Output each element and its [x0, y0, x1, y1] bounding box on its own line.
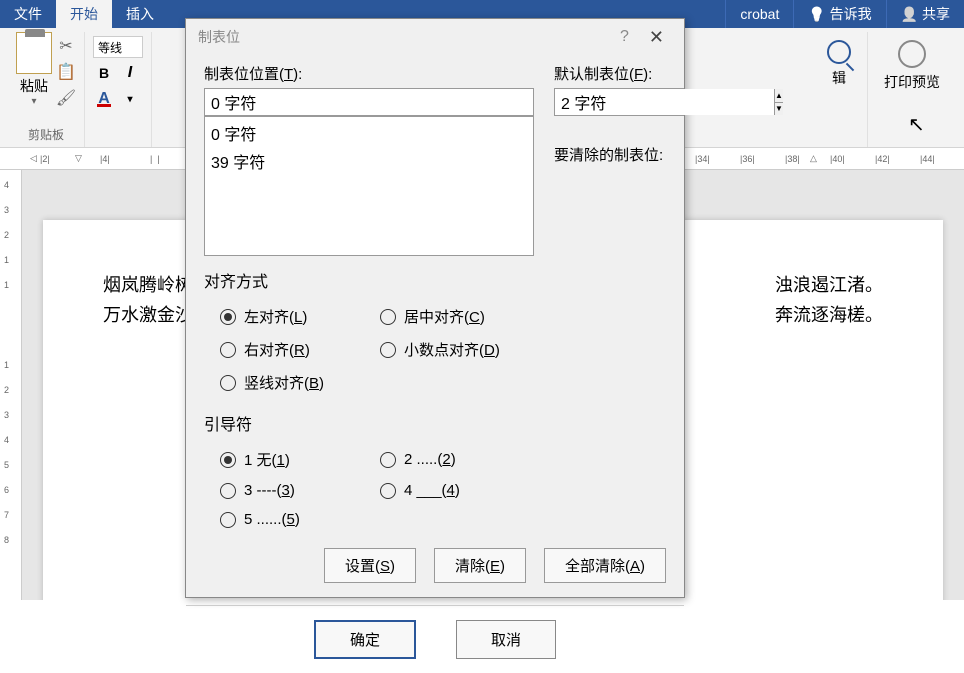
- radio-align-left[interactable]: 左对齐(L): [204, 300, 364, 333]
- tab-position-list[interactable]: 0 字符 39 字符: [204, 116, 534, 256]
- alignment-section-label: 对齐方式: [204, 268, 666, 292]
- radio-leader-1[interactable]: 1 无(1): [204, 443, 364, 476]
- ok-button[interactable]: 确定: [314, 620, 416, 659]
- tabs-dialog: 制表位 ? ✕ 制表位位置(T): 0 字符 39 字符 默认制表位(F): ▲: [185, 18, 685, 598]
- radio-leader-3[interactable]: 3 ----(3): [204, 476, 364, 505]
- spin-down-button[interactable]: ▼: [775, 103, 783, 116]
- default-tab-label: 默认制表位(F):: [554, 63, 684, 84]
- group-preview: 打印预览: [868, 32, 956, 147]
- cut-icon[interactable]: ✂: [56, 36, 76, 56]
- dialog-close-button[interactable]: ✕: [641, 27, 672, 48]
- tab-file[interactable]: 文件: [0, 0, 56, 28]
- circle-icon: [898, 40, 926, 68]
- doc-text: 烟岚腾岭树,: [103, 270, 198, 300]
- paste-icon: [16, 32, 52, 74]
- print-preview-button[interactable]: 打印预览: [876, 32, 948, 100]
- tab-share[interactable]: 共享: [886, 0, 964, 28]
- radio-align-decimal[interactable]: 小数点对齐(D): [364, 333, 524, 366]
- ruler-vertical[interactable]: 4 3 2 1 1 1 2 3 4 5 6 7 8: [0, 170, 22, 600]
- font-name-select[interactable]: [93, 36, 143, 58]
- spin-up-button[interactable]: ▲: [775, 89, 783, 103]
- to-clear-label: 要清除的制表位:: [554, 144, 684, 165]
- list-item[interactable]: 0 字符: [207, 119, 531, 147]
- doc-text: 奔流逐海槎。: [775, 300, 883, 330]
- radio-leader-4[interactable]: 4 ___(4): [364, 476, 524, 505]
- tab-tellme[interactable]: 告诉我: [793, 0, 885, 28]
- tab-position-label: 制表位位置(T):: [204, 63, 534, 84]
- set-button[interactable]: 设置(S): [324, 548, 416, 583]
- tab-home[interactable]: 开始: [56, 0, 112, 28]
- clear-all-button[interactable]: 全部清除(A): [544, 548, 666, 583]
- bulb-icon: [808, 6, 825, 23]
- doc-text: 万水激金沙,: [103, 300, 198, 330]
- radio-align-right[interactable]: 右对齐(R): [204, 333, 364, 366]
- leader-section-label: 引导符: [204, 411, 666, 435]
- radio-align-bar[interactable]: 竖线对齐(B): [204, 366, 364, 399]
- copy-icon[interactable]: 📋: [56, 62, 76, 82]
- tab-acrobat[interactable]: crobat: [725, 0, 793, 28]
- tab-insert[interactable]: 插入: [112, 0, 168, 28]
- clear-button[interactable]: 清除(E): [434, 548, 526, 583]
- person-icon: [901, 6, 918, 23]
- default-tab-spinner[interactable]: ▲ ▼: [554, 88, 684, 116]
- find-button[interactable]: 辑: [819, 32, 859, 96]
- group-font: B I A ▾: [85, 32, 152, 147]
- font-color-button[interactable]: A: [93, 88, 115, 110]
- radio-leader-2[interactable]: 2 .....(2): [364, 443, 524, 476]
- format-painter-icon[interactable]: 🖌: [56, 88, 76, 108]
- doc-text: 浊浪遏江渚。: [775, 270, 883, 300]
- default-tab-input[interactable]: [555, 89, 774, 115]
- italic-button[interactable]: I: [119, 62, 141, 84]
- dialog-title: 制表位: [198, 27, 240, 47]
- bold-button[interactable]: B: [93, 62, 115, 84]
- leader-group: 1 无(1) 2 .....(2) 3 ----(3) 4 ___(4) 5 .…: [204, 443, 666, 534]
- group-clipboard: 粘贴 ▾ ✂ 📋 🖌 剪贴板: [8, 32, 85, 147]
- alignment-group: 左对齐(L) 居中对齐(C) 右对齐(R) 小数点对齐(D) 竖线对齐(B): [204, 300, 666, 399]
- search-icon: [827, 40, 851, 64]
- font-dropdown[interactable]: ▾: [119, 88, 141, 110]
- paste-button[interactable]: 粘贴 ▾: [16, 32, 52, 107]
- group-clipboard-label: 剪贴板: [28, 124, 64, 147]
- tab-position-input[interactable]: [204, 88, 534, 116]
- dialog-help-button[interactable]: ?: [608, 28, 641, 46]
- radio-align-center[interactable]: 居中对齐(C): [364, 300, 524, 333]
- cancel-button[interactable]: 取消: [456, 620, 556, 659]
- radio-leader-5[interactable]: 5 ......(5): [204, 505, 364, 534]
- list-item[interactable]: 39 字符: [207, 147, 531, 175]
- group-edit: 辑: [811, 32, 868, 147]
